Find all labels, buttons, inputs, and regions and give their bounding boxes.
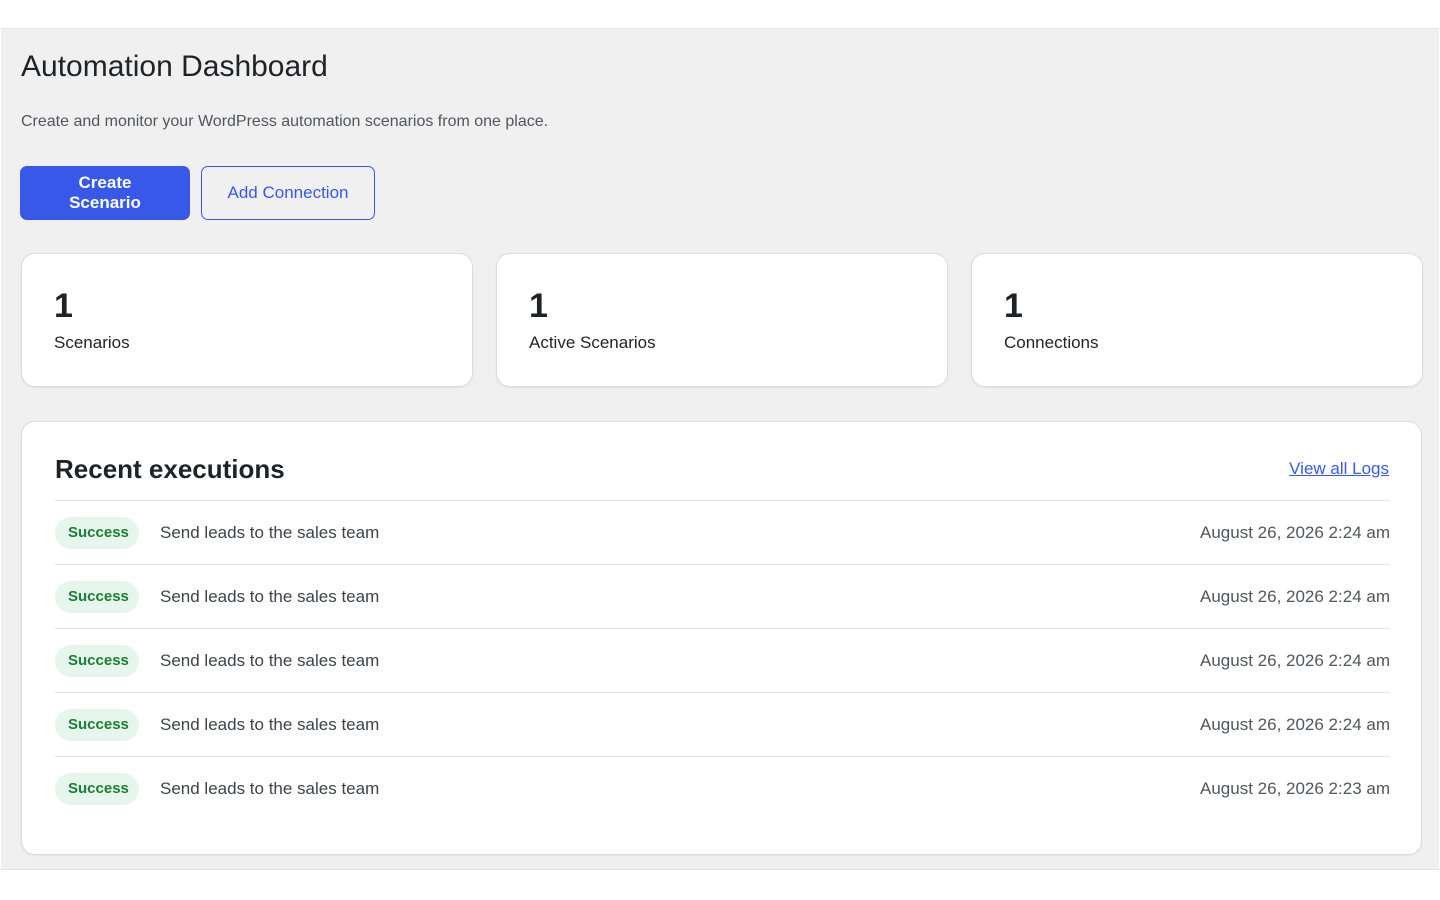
scenario-name: Send leads to the sales team [160, 650, 380, 670]
execution-timestamp: August 26, 2026 2:24 am [1200, 714, 1390, 734]
status-badge: Success [55, 580, 139, 613]
execution-timestamp: August 26, 2026 2:24 am [1200, 586, 1390, 606]
scenario-name: Send leads to the sales team [160, 586, 380, 606]
stat-card-scenarios: 1 Scenarios [21, 253, 473, 387]
page-title: Automation Dashboard [21, 50, 328, 83]
stat-card-active-scenarios: 1 Active Scenarios [496, 253, 948, 387]
action-bar: Create Scenario Add Connection [20, 166, 375, 220]
execution-row[interactable]: Success Send leads to the sales team Aug… [55, 500, 1390, 564]
recent-executions-panel: Recent executions View all Logs Success … [21, 421, 1422, 855]
status-badge: Success [55, 516, 139, 549]
scenario-name: Send leads to the sales team [160, 714, 380, 734]
page-subtitle: Create and monitor your WordPress automa… [21, 113, 549, 130]
execution-row[interactable]: Success Send leads to the sales team Aug… [55, 628, 1390, 692]
status-badge: Success [55, 644, 139, 677]
scenario-name: Send leads to the sales team [160, 778, 380, 798]
stat-label: Connections [1004, 333, 1099, 352]
execution-row[interactable]: Success Send leads to the sales team Aug… [55, 692, 1390, 756]
execution-row[interactable]: Success Send leads to the sales team Aug… [55, 756, 1390, 820]
execution-timestamp: August 26, 2026 2:24 am [1200, 650, 1390, 670]
create-scenario-button[interactable]: Create Scenario [20, 166, 190, 220]
recent-executions-title: Recent executions [55, 454, 285, 484]
stat-value: 1 [529, 287, 548, 325]
execution-timestamp: August 26, 2026 2:24 am [1200, 522, 1390, 542]
stat-value: 1 [54, 287, 73, 325]
scenario-name: Send leads to the sales team [160, 522, 380, 542]
stat-value: 1 [1004, 287, 1023, 325]
view-all-logs-link[interactable]: View all Logs [1289, 458, 1389, 480]
executions-list: Success Send leads to the sales team Aug… [55, 500, 1390, 820]
stats-row: 1 Scenarios 1 Active Scenarios 1 Connect… [21, 253, 1423, 387]
stat-label: Active Scenarios [529, 333, 656, 352]
status-badge: Success [55, 708, 139, 741]
stat-card-connections: 1 Connections [971, 253, 1423, 387]
dashboard-page: Automation Dashboard Create and monitor … [1, 28, 1439, 870]
execution-row[interactable]: Success Send leads to the sales team Aug… [55, 564, 1390, 628]
add-connection-button[interactable]: Add Connection [201, 166, 375, 220]
status-badge: Success [55, 772, 139, 805]
execution-timestamp: August 26, 2026 2:23 am [1200, 778, 1390, 798]
stat-label: Scenarios [54, 333, 130, 352]
